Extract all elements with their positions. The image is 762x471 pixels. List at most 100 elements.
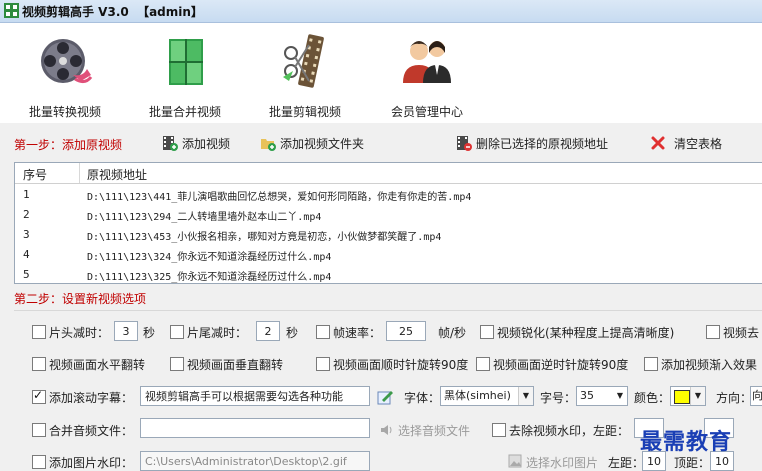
batch-convert-label: 批量转换视频	[28, 105, 101, 119]
size-select[interactable]: 35 ▼	[576, 386, 628, 406]
batch-edit-button[interactable]: 批量剪辑视频	[250, 31, 360, 119]
rotate-cw-checkbox[interactable]	[316, 357, 330, 371]
fps-input[interactable]: 25	[386, 321, 426, 341]
scroll-subtitle-label: 添加滚动字幕：	[49, 391, 134, 405]
batch-edit-label: 批量剪辑视频	[268, 105, 341, 119]
color-swatch	[674, 390, 690, 404]
row-index: 4	[23, 248, 30, 261]
tail-cut-unit: 秒	[286, 326, 299, 340]
choose-audio-label: 选择音频文件	[398, 424, 471, 438]
rotate-cw-label: 视频画面顺时针旋转90度	[333, 358, 469, 372]
remove-watermark-checkbox[interactable]	[492, 423, 506, 437]
row-path: D:\111\123\441_菲儿演唱歌曲回忆总想哭，爱如何形同陌路，你走有你走…	[87, 192, 472, 203]
film-reel-icon	[41, 39, 93, 84]
table-row[interactable]: 3 D:\111\123\453_小伙报名相亲，哪知对方竟是初恋，小伙做梦都笑醒…	[15, 225, 762, 245]
image-watermark-label: 添加图片水印：	[49, 456, 134, 470]
edit-icon[interactable]	[376, 388, 394, 406]
table-row[interactable]: 2 D:\111\123\294_二人转墙里墙外赵本山二丫.mp4	[15, 205, 762, 225]
row-path: D:\111\123\324_你永远不知道涂磊经历过什么.mp4	[87, 252, 332, 263]
batch-merge-label: 批量合并视频	[148, 105, 221, 119]
chevron-down-icon: ▼	[613, 387, 627, 405]
add-video-label: 添加视频	[182, 137, 231, 151]
head-cut-label: 片头减时：	[49, 326, 110, 340]
fade-in-label: 添加视频渐入效果	[661, 358, 758, 372]
font-value: 黑体(simhei)	[444, 389, 511, 402]
merge-audio-input[interactable]	[140, 418, 370, 438]
users-icon	[403, 41, 451, 83]
row-index: 5	[23, 268, 30, 281]
size-value: 35	[580, 389, 594, 402]
batch-merge-button[interactable]: 批量合并视频	[130, 31, 240, 119]
table-row[interactable]: 1 D:\111\123\441_菲儿演唱歌曲回忆总想哭，爱如何形同陌路，你走有…	[15, 185, 762, 205]
merge-audio-label: 合并音频文件：	[49, 424, 134, 438]
table-header: 序号 原视频地址	[15, 163, 762, 184]
table-row[interactable]: 5 D:\111\123\325_你永远不知道涂磊经历过什么.mp4	[15, 265, 762, 283]
delete-selected-label: 删除已选择的原视频地址	[476, 137, 609, 151]
chevron-down-icon: ▼	[690, 387, 705, 405]
step2-label: 第二步：设置新视频选项	[14, 292, 147, 306]
color-label: 颜色：	[634, 391, 671, 405]
app-icon	[4, 3, 19, 18]
column-header-index[interactable]: 序号	[23, 166, 47, 183]
tail-cut-checkbox[interactable]	[170, 325, 184, 339]
remove-checkbox[interactable]	[706, 325, 720, 339]
column-divider	[79, 163, 80, 183]
row-path: D:\111\123\325_你永远不知道涂磊经历过什么.mp4	[87, 272, 332, 283]
building-blocks-icon	[169, 39, 203, 85]
step1-label: 第一步：添加原视频	[14, 138, 123, 152]
row-index: 3	[23, 228, 30, 241]
tail-cut-label: 片尾减时：	[187, 326, 248, 340]
member-center-label: 会员管理中心	[390, 105, 463, 119]
row-path: D:\111\123\453_小伙报名相亲，哪知对方竟是初恋，小伙做梦都笑醒了.…	[87, 232, 442, 243]
choose-watermark-image-button[interactable]: 选择水印图片	[508, 453, 618, 471]
close-icon	[651, 136, 665, 150]
tail-cut-input[interactable]: 2	[256, 321, 280, 341]
fps-unit: 帧/秒	[438, 326, 467, 340]
main-toolbar: 批量转换视频 批量合并视频 批量剪辑视频 会员管理中心	[0, 23, 762, 123]
choose-watermark-image-label: 选择水印图片	[526, 456, 599, 470]
window-title: 视频剪辑高手 V3.0 【admin】	[22, 5, 203, 19]
speaker-icon	[381, 425, 392, 435]
video-table[interactable]: 序号 原视频地址 1 D:\111\123\441_菲儿演唱歌曲回忆总想哭，爱如…	[14, 162, 762, 284]
add-folder-label: 添加视频文件夹	[280, 137, 365, 151]
image-icon	[508, 454, 522, 468]
head-cut-checkbox[interactable]	[32, 325, 46, 339]
hflip-checkbox[interactable]	[32, 357, 46, 371]
direction-select[interactable]: 向	[750, 386, 762, 406]
table-row[interactable]: 4 D:\111\123\324_你永远不知道涂磊经历过什么.mp4	[15, 245, 762, 265]
head-cut-input[interactable]: 3	[114, 321, 138, 341]
member-center-button[interactable]: 会员管理中心	[372, 31, 482, 119]
column-header-path[interactable]: 原视频地址	[87, 166, 147, 183]
font-label: 字体：	[404, 391, 441, 405]
film-strip-icon	[283, 34, 324, 88]
row-index: 1	[23, 188, 30, 201]
wm-top-label: 顶距：	[674, 456, 711, 470]
title-bar: 视频剪辑高手 V3.0 【admin】	[0, 0, 762, 23]
sharpen-label: 视频锐化(某种程度上提高清晰度)	[497, 326, 675, 340]
image-watermark-input[interactable]: C:\Users\Administrator\Desktop\2.gif	[140, 451, 370, 471]
fps-checkbox[interactable]	[316, 325, 330, 339]
rotate-ccw-label: 视频画面逆时针旋转90度	[493, 358, 629, 372]
row-path: D:\111\123\294_二人转墙里墙外赵本山二丫.mp4	[87, 212, 322, 223]
wm-left-label: 左距：	[608, 456, 645, 470]
fade-in-checkbox[interactable]	[644, 357, 658, 371]
direction-value: 向	[752, 389, 762, 402]
batch-convert-button[interactable]: 批量转换视频	[10, 31, 120, 119]
row-index: 2	[23, 208, 30, 221]
merge-audio-checkbox[interactable]	[32, 423, 46, 437]
choose-audio-button[interactable]: 选择音频文件	[380, 421, 490, 439]
sharpen-checkbox[interactable]	[480, 325, 494, 339]
scroll-subtitle-checkbox[interactable]	[32, 388, 46, 404]
color-picker[interactable]: ▼	[670, 386, 706, 406]
clear-table-label: 清空表格	[674, 137, 723, 151]
vflip-checkbox[interactable]	[170, 357, 184, 371]
chevron-down-icon: ▼	[518, 387, 533, 405]
remove-watermark-label: 去除视频水印，左距：	[509, 424, 630, 438]
step1-bar: 第一步：添加原视频 添加视频 添加视频文件夹 删除已选择的原视频地址 清空表格	[0, 128, 762, 156]
font-select[interactable]: 黑体(simhei) ▼	[440, 386, 534, 406]
image-watermark-checkbox[interactable]	[32, 455, 46, 469]
rotate-ccw-checkbox[interactable]	[476, 357, 490, 371]
head-cut-unit: 秒	[143, 326, 156, 340]
direction-label: 方向：	[716, 391, 753, 405]
scroll-subtitle-input[interactable]: 视频剪辑高手可以根据需要勾选各种功能	[140, 386, 370, 406]
